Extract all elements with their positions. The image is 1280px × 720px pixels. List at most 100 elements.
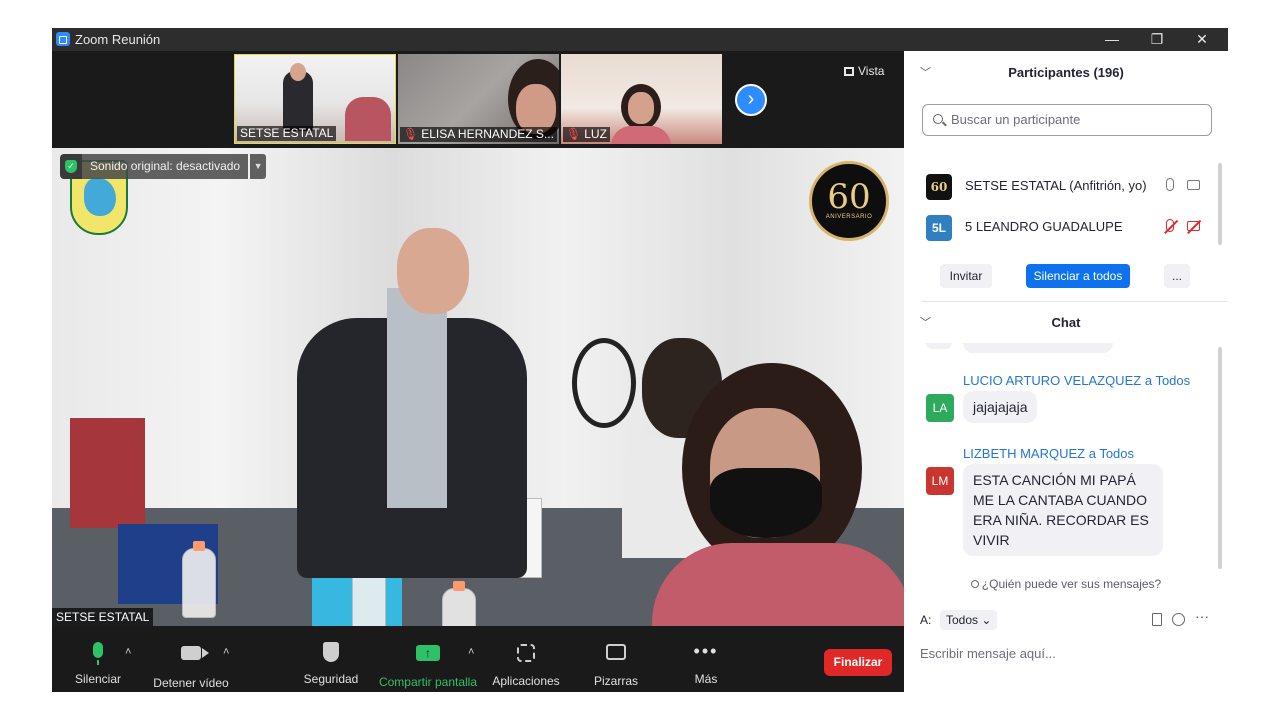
search-icon [933, 114, 943, 124]
share-screen-button[interactable]: ↑ Compartir pantalla [377, 642, 479, 689]
speaker-shirt [387, 288, 447, 508]
chat-recipient: Todos [1155, 373, 1191, 388]
chevron-down-icon[interactable]: ﹀ [920, 303, 931, 343]
restore-button[interactable]: ❐ [1137, 30, 1177, 49]
thumbnail-setse-estatal[interactable]: SETSE ESTATAL [234, 54, 396, 144]
mute-all-button[interactable]: Silenciar a todos [1026, 264, 1130, 288]
recipient-select[interactable]: Todos ⌄ [940, 610, 998, 630]
apps-button[interactable]: Aplicaciones [490, 642, 562, 688]
more-button[interactable]: ••• Más [688, 642, 724, 688]
apps-label: Aplicaciones [492, 674, 560, 688]
map-shape [84, 178, 116, 216]
thumbnail-elisa-hernandez[interactable]: 🎙 ELISA HERNANDEZ S... [398, 54, 559, 144]
thumbnail-luz[interactable]: 🎙 LUZ [561, 54, 722, 144]
more-dots-icon: ••• [693, 641, 719, 661]
chat-to-word: a [1144, 373, 1153, 388]
grid-view-icon [844, 67, 854, 76]
chevron-down-icon[interactable]: ▼ [250, 154, 267, 179]
meeting-toolbar: Silenciar ˄ Detener vídeo ˄ Seguridad ↑ … [52, 626, 904, 692]
camera-icon[interactable] [1187, 180, 1200, 190]
chevron-up-icon[interactable]: ˄ [468, 646, 474, 658]
chat-more-button[interactable]: ··· [1195, 608, 1209, 624]
chat-message-bubble: ESTA CANCIÓN MI PAPÁ ME LA CANTABA CUAND… [963, 464, 1163, 556]
close-button[interactable]: ✕ [1182, 30, 1222, 49]
thumb-woman-shape [345, 97, 391, 141]
invite-button[interactable]: Invitar [940, 264, 992, 288]
thumbnail-label: 🎙 ELISA HERNANDEZ S... [400, 127, 557, 142]
participant-name: 5 LEANDRO GUADALUPE [965, 219, 1123, 234]
thumb-person-face [628, 92, 654, 124]
video-area: SETSE ESTATAL 🎙 ELISA HERNANDEZ S... 🎙 LUZ… [52, 51, 904, 626]
chevron-up-icon[interactable]: ˄ [125, 646, 131, 658]
video-speaker-shape [297, 228, 527, 578]
thumbnail-label: 🎙 LUZ [563, 127, 610, 142]
participant-name: SETSE ESTATAL (Anfitrión, yo) [965, 178, 1147, 193]
participants-title: Participantes (196) [1008, 65, 1124, 80]
mic-muted-icon: 🎙 [566, 127, 582, 141]
who-can-see-link[interactable]: ¿Quién puede ver sus mensajes? [904, 577, 1228, 591]
chevron-down-icon[interactable]: ﹀ [920, 53, 931, 93]
file-icon[interactable] [1152, 613, 1162, 626]
video-bottle-shape [442, 581, 476, 626]
whiteboards-label: Pizarras [593, 674, 638, 688]
security-button[interactable]: Seguridad [300, 642, 362, 688]
previous-message-avatar [926, 343, 952, 349]
recipient-label: A: [920, 613, 932, 627]
original-sound-indicator[interactable]: ✓ Sonido original: desactivado ▼ [60, 154, 267, 179]
side-panel: ﹀ Participantes (196) Buscar un particip… [904, 51, 1228, 692]
badge-number: 60 [827, 177, 871, 217]
chat-recipient-row: A: Todos ⌄ ··· [920, 607, 1220, 633]
panel-divider [922, 301, 1228, 302]
participant-row[interactable]: 5L 5 LEANDRO GUADALUPE [904, 207, 1214, 247]
shield-icon [300, 642, 362, 666]
woman-body [652, 543, 904, 626]
shield-icon: ✓ [60, 154, 82, 179]
main-video-label: SETSE ESTATAL [52, 608, 154, 626]
main-video: 60 ANIVERSARIO ✓ Sonido original: desact… [52, 148, 904, 626]
anniversary-badge: 60 ANIVERSARIO [809, 161, 889, 241]
participants-scrollbar[interactable] [1218, 163, 1222, 245]
chat-message-sender: LUCIO ARTURO VELAZQUEZ a Todos [963, 373, 1191, 388]
search-placeholder: Buscar un participante [951, 112, 1081, 127]
camera-icon [150, 646, 232, 670]
participant-search-input[interactable]: Buscar un participante [922, 104, 1212, 136]
participant-avatar: 5L [926, 215, 952, 241]
end-meeting-button[interactable]: Finalizar [824, 649, 892, 676]
participants-header: ﹀ Participantes (196) [904, 53, 1228, 93]
thumb-person-head [290, 63, 306, 81]
participant-avatar: 60 [926, 174, 952, 200]
participants-more-button[interactable]: ... [1164, 264, 1190, 288]
chevron-up-icon[interactable]: ˄ [223, 646, 229, 658]
window-title: Zoom Reunión [75, 32, 161, 47]
chat-to-word: a [1088, 446, 1096, 461]
view-button[interactable]: Vista [844, 64, 884, 78]
next-page-arrow-button[interactable]: › [735, 84, 767, 116]
stop-video-button[interactable]: Detener vídeo [150, 642, 232, 690]
chat-avatar: LA [926, 394, 954, 422]
chat-title: Chat [1051, 315, 1081, 330]
speaker-head [397, 228, 469, 314]
apps-icon [490, 644, 562, 668]
video-woman-shape [652, 363, 904, 626]
microphone-icon[interactable] [1166, 178, 1174, 191]
chat-header: ﹀ Chat [904, 303, 1228, 343]
zoom-logo-icon [56, 32, 70, 46]
security-label: Seguridad [303, 672, 359, 686]
title-bar: Zoom Reunión — ❐ ✕ [52, 28, 1228, 51]
woman-mask [710, 468, 822, 538]
emoji-icon[interactable] [1172, 613, 1185, 626]
chat-recipient: Todos [1099, 446, 1135, 461]
thumbnail-label: SETSE ESTATAL [237, 126, 337, 141]
chat-scrollbar[interactable] [1218, 347, 1222, 569]
participant-row[interactable]: 60 SETSE ESTATAL (Anfitrión, yo) [904, 166, 1214, 206]
mic-muted-icon: 🎙 [403, 127, 419, 141]
sound-status-text: Sonido original: desactivado [82, 154, 249, 179]
whiteboards-button[interactable]: Pizarras [590, 642, 642, 688]
zoom-window: Zoom Reunión — ❐ ✕ SETSE ESTATAL 🎙 ELISA … [52, 28, 1228, 692]
whiteboard-icon [590, 644, 642, 668]
previous-message-bubble [963, 343, 1113, 353]
mute-label: Silenciar [74, 672, 122, 686]
chat-message-input[interactable] [920, 641, 1216, 665]
minimize-button[interactable]: — [1092, 30, 1132, 49]
mute-button[interactable]: Silenciar [70, 642, 126, 688]
